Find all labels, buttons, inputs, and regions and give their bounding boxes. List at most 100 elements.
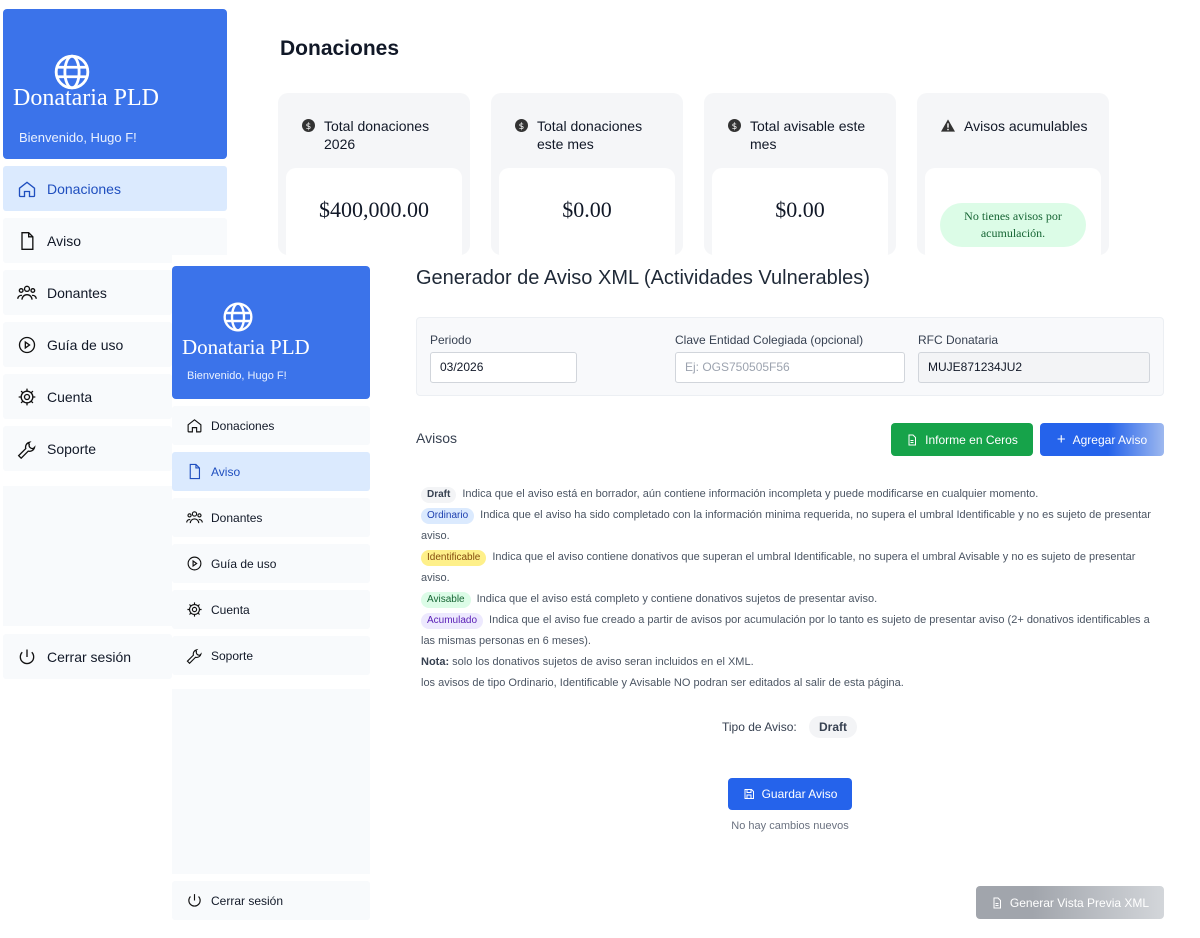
sidebar-spacer xyxy=(3,486,172,626)
front-brand-panel: Donataria PLD Bienvenido, Hugo F! xyxy=(172,266,370,399)
sidebar-item-soporte[interactable]: Soporte xyxy=(172,636,370,675)
sidebar-item-cuenta[interactable]: Cuenta xyxy=(3,374,172,419)
sidebar-item-donantes[interactable]: Donantes xyxy=(3,270,172,315)
brand-name: Donataria PLD xyxy=(182,335,310,359)
users-icon xyxy=(186,511,203,524)
home-icon xyxy=(18,180,36,197)
sidebar-item-donaciones[interactable]: Donaciones xyxy=(172,406,370,445)
sidebar-item-guia[interactable]: Guía de uso xyxy=(3,322,172,367)
sidebar-item-aviso[interactable]: Aviso xyxy=(172,452,370,491)
no-accumulation-badge: No tienes avisos por acumulación. xyxy=(940,203,1086,247)
sidebar-item-donaciones[interactable]: Donaciones xyxy=(3,166,227,211)
sidebar-item-label: Cuenta xyxy=(47,388,93,405)
save-aviso-label: Guardar Aviso xyxy=(761,787,838,801)
legend-text: Indica que el aviso fue creado a partir … xyxy=(421,614,1150,647)
sidebar-item-cuenta[interactable]: Cuenta xyxy=(172,590,370,629)
legend-note: Nota: solo los donativos sujetos de avis… xyxy=(421,652,1161,673)
stat-label: Total donaciones 2026 xyxy=(324,118,430,152)
gear-icon xyxy=(187,602,202,617)
play-circle-icon xyxy=(187,556,202,571)
power-icon xyxy=(19,649,35,664)
stat-label: Total avisable este mes xyxy=(750,118,866,152)
avisos-heading: Avisos xyxy=(416,430,457,446)
add-aviso-label: Agregar Aviso xyxy=(1072,432,1148,447)
document-icon xyxy=(189,463,201,480)
legend-text: Indica que el aviso contiene donativos q… xyxy=(421,551,1136,584)
sidebar-item-soporte[interactable]: Soporte xyxy=(3,426,172,471)
tipo-aviso-label: Tipo de Aviso: xyxy=(722,720,797,734)
sidebar-item-label: Donaciones xyxy=(211,418,275,433)
file-icon xyxy=(908,434,917,445)
save-icon xyxy=(744,789,754,799)
dollar-circle-icon: $ xyxy=(302,119,315,132)
sidebar-item-label: Guía de uso xyxy=(211,556,277,571)
draft-badge: Draft xyxy=(421,487,457,503)
svg-text:$: $ xyxy=(732,122,738,132)
sidebar-item-label: Soporte xyxy=(47,440,97,457)
add-aviso-button[interactable]: + Agregar Aviso xyxy=(1040,423,1164,456)
tipo-aviso-badge: Draft xyxy=(809,716,858,738)
sidebar-item-guia[interactable]: Guía de uso xyxy=(172,544,370,583)
file-icon xyxy=(993,897,1001,908)
welcome-text: Bienvenido, Hugo F! xyxy=(19,130,137,145)
aviso-types-legend: Draft Indica que el aviso está en borrado… xyxy=(421,484,1161,694)
stat-value: $0.00 xyxy=(562,197,612,222)
sidebar-item-label: Aviso xyxy=(47,232,81,249)
back-brand-panel: Donataria PLD Bienvenido, Hugo F! xyxy=(3,9,227,159)
rfc-label: RFC Donataria xyxy=(918,333,999,347)
brand-name: Donataria PLD xyxy=(13,85,159,111)
acumulado-badge: Acumulado xyxy=(421,613,484,629)
sidebar-item-label: Donantes xyxy=(211,510,263,525)
play-circle-icon xyxy=(18,336,36,353)
legend-row-ordinario: Ordinario Indica que el aviso ha sido com… xyxy=(421,505,1161,547)
legend-text: Indica que el aviso está completo y cont… xyxy=(476,593,878,605)
ordinario-badge: Ordinario xyxy=(421,508,475,524)
informe-ceros-label: Informe en Ceros xyxy=(925,432,1018,447)
sidebar-item-label: Guía de uso xyxy=(47,336,124,353)
stat-card-total-mes: $ Total donaciones este mes $0.00 xyxy=(491,93,683,255)
aviso-window: Donataria PLD Bienvenido, Hugo F! Donaci… xyxy=(172,255,1200,938)
preview-xml-button[interactable]: Generar Vista Previa XML xyxy=(976,886,1164,919)
legend-text: Indica que el aviso está en borrador, aú… xyxy=(462,488,1039,500)
avisable-badge: Avisable xyxy=(421,592,471,608)
sidebar-item-donantes[interactable]: Donantes xyxy=(172,498,370,537)
gear-icon xyxy=(18,388,36,405)
legend-row-draft: Draft Indica que el aviso está en borrado… xyxy=(421,484,1161,505)
users-icon xyxy=(17,285,37,300)
sidebar-item-label: Soporte xyxy=(211,648,254,663)
informe-ceros-button[interactable]: Informe en Ceros xyxy=(891,423,1033,456)
logout-label: Cerrar sesión xyxy=(211,893,284,908)
stat-card-avisos-acumulables: Avisos acumulables No tienes avisos por … xyxy=(917,93,1109,255)
rfc-input[interactable]: MUJE871234JU2 xyxy=(918,352,1150,383)
document-icon xyxy=(21,231,34,250)
logout-button[interactable]: Cerrar sesión xyxy=(3,634,172,679)
sidebar-item-label: Cuenta xyxy=(211,602,250,617)
logout-button[interactable]: Cerrar sesión xyxy=(172,881,370,920)
legend-row-identificable: Identificable Indica que el aviso contien… xyxy=(421,547,1161,589)
stat-label: Avisos acumulables xyxy=(964,118,1088,134)
legend-row-acumulado: Acumulado Indica que el aviso fue creado … xyxy=(421,610,1161,652)
periodo-input[interactable]: 03/2026 xyxy=(430,352,577,383)
wrench-icon xyxy=(17,440,36,459)
logout-label: Cerrar sesión xyxy=(47,648,132,665)
preview-xml-label: Generar Vista Previa XML xyxy=(1009,895,1150,910)
stat-label: Total donaciones este mes xyxy=(537,118,643,152)
page-title: Donaciones xyxy=(280,37,400,60)
identificable-badge: Identificable xyxy=(421,550,487,566)
wrench-icon xyxy=(186,648,202,664)
note-label: Nota: xyxy=(421,656,450,668)
sidebar-item-label: Donantes xyxy=(47,284,107,301)
stat-value: $0.00 xyxy=(775,197,825,222)
plus-icon: + xyxy=(1056,430,1066,448)
svg-text:$: $ xyxy=(519,122,525,132)
page-title: Generador de Aviso XML (Actividades Vuln… xyxy=(416,267,870,289)
stat-value: $400,000.00 xyxy=(319,197,429,222)
save-aviso-button[interactable]: Guardar Aviso xyxy=(728,778,852,810)
clave-input[interactable]: Ej: OGS750505F56 xyxy=(675,352,905,383)
home-icon xyxy=(187,419,202,433)
sidebar-item-label: Aviso xyxy=(211,464,241,479)
legend-text: Indica que el aviso ha sido completado c… xyxy=(421,509,1151,542)
note-text: solo los donativos sujetos de aviso sera… xyxy=(452,656,754,668)
stat-card-avisable-mes: $ Total avisable este mes $0.00 xyxy=(704,93,896,255)
warning-icon xyxy=(941,119,955,132)
